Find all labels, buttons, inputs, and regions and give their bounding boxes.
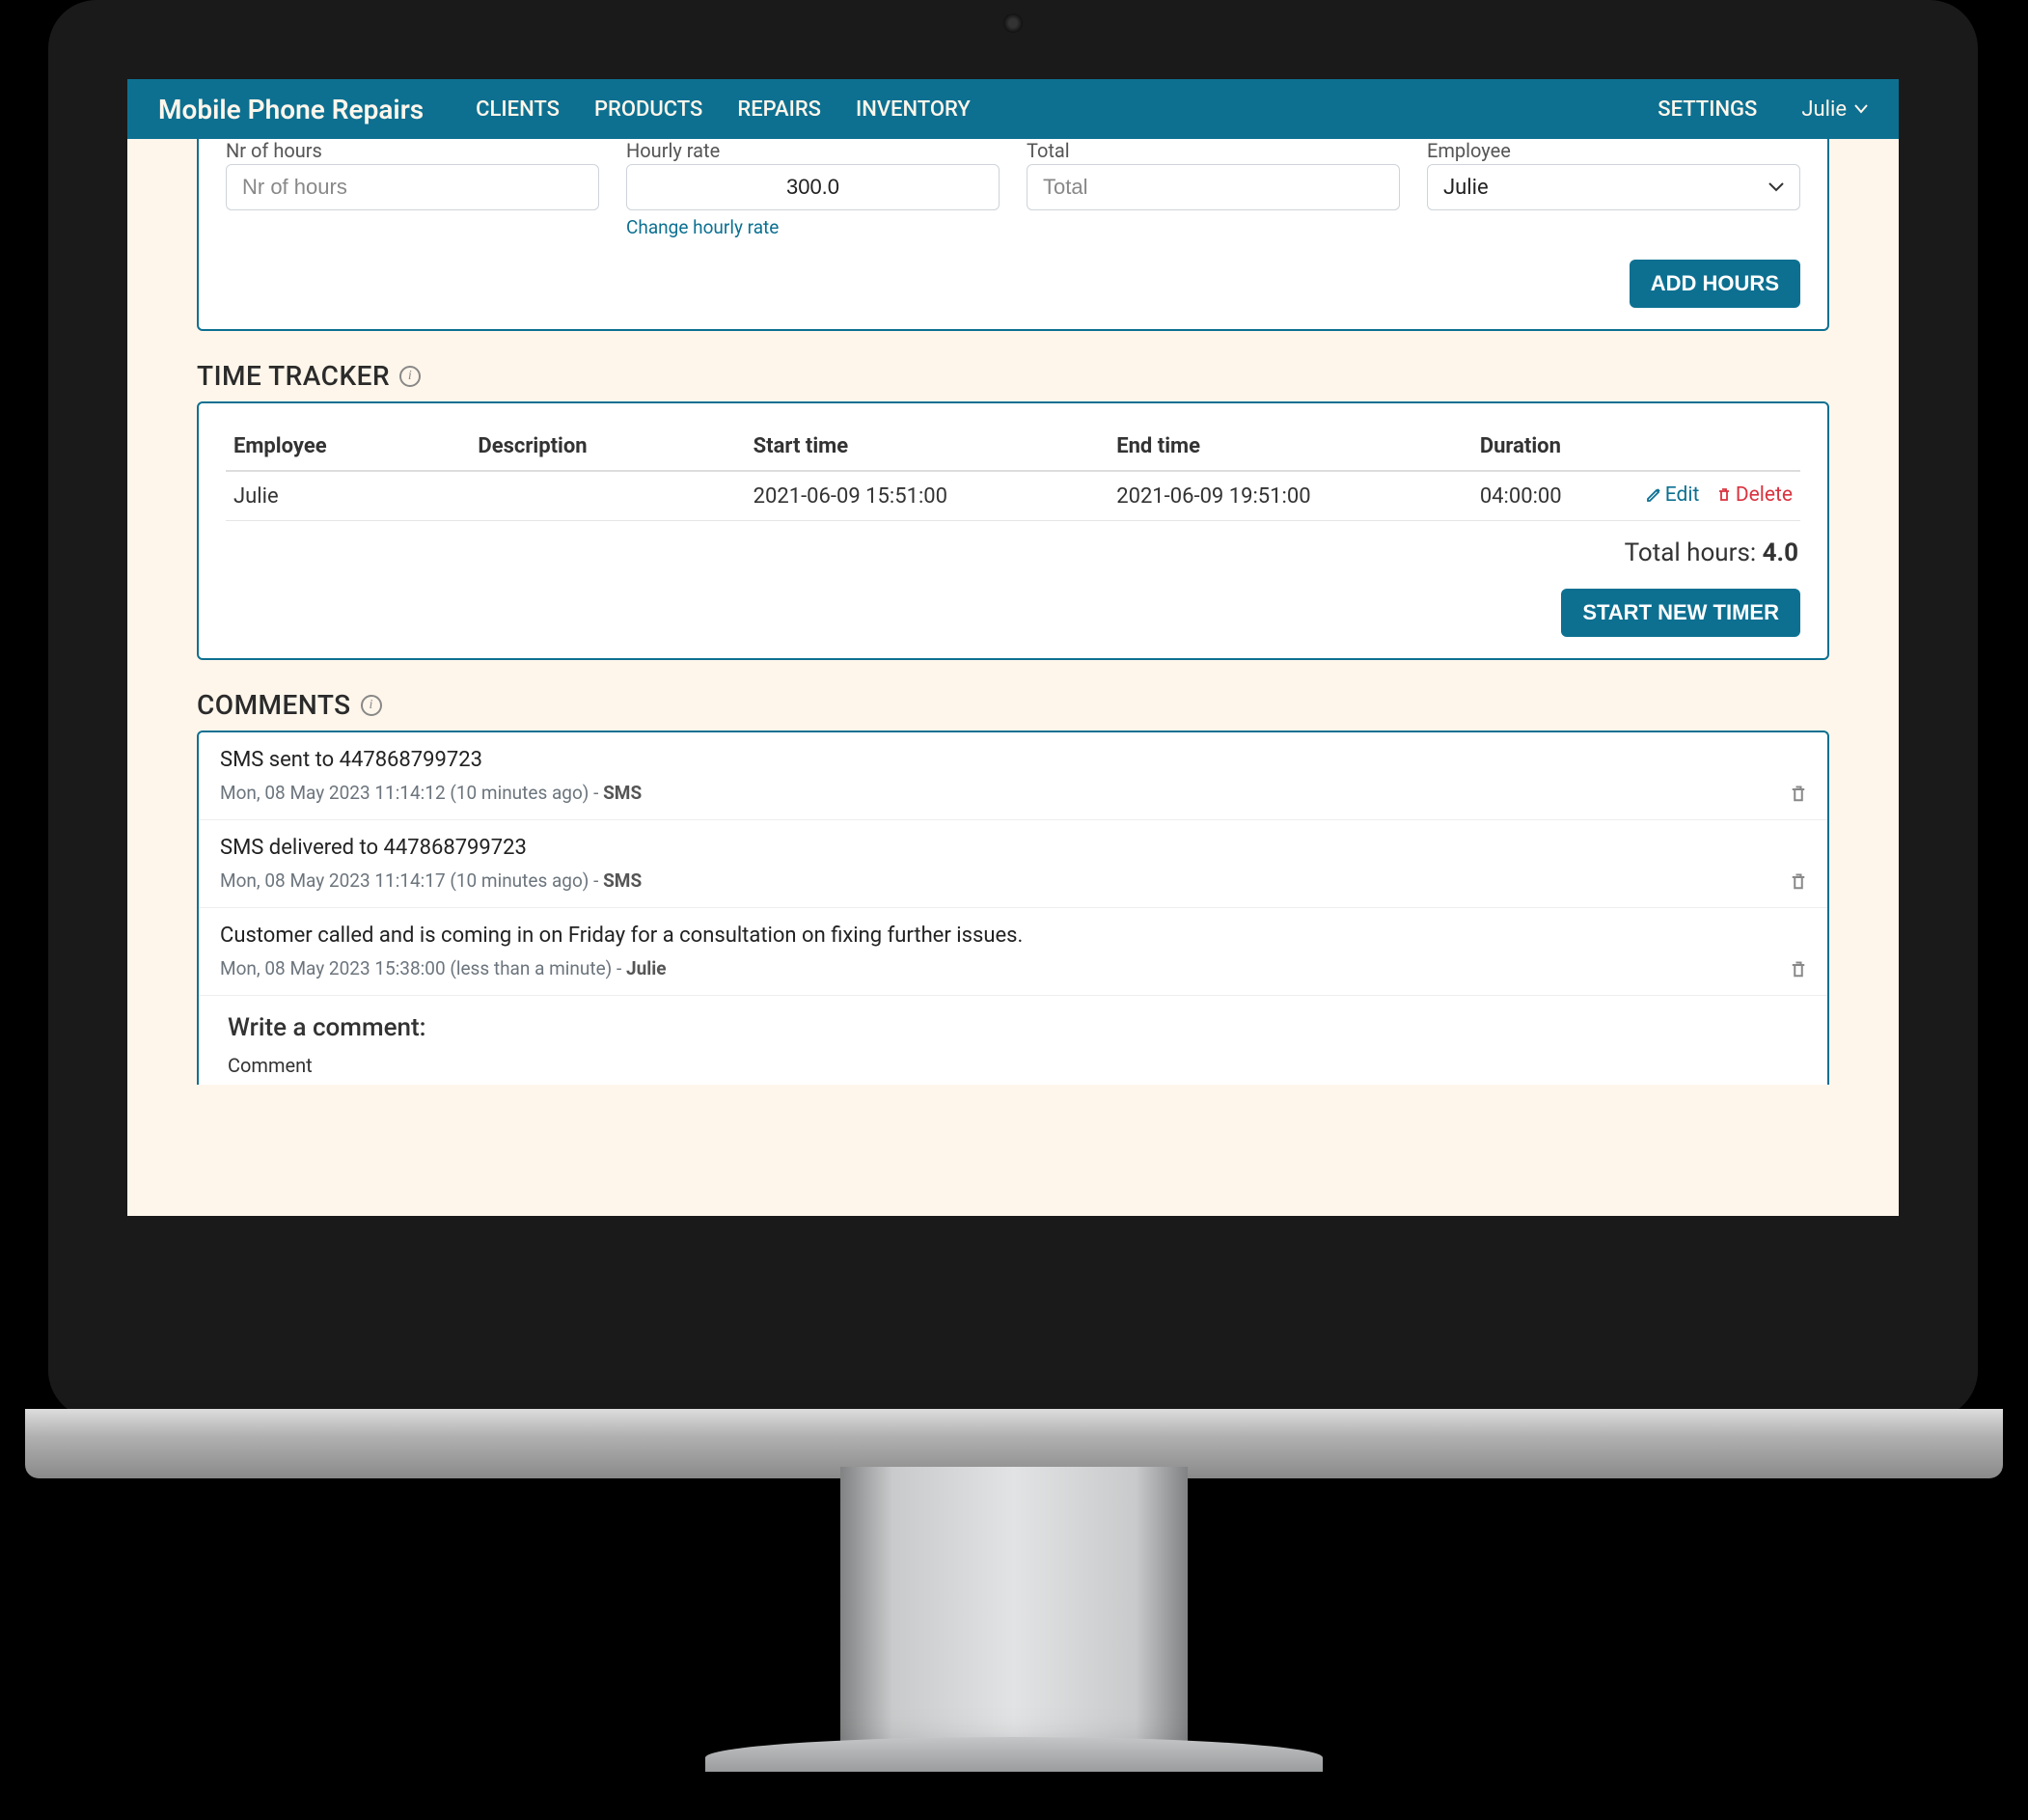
hours-form-panel: Nr of hours Hourly rate Change hourly ra…: [197, 139, 1829, 331]
write-comment-section: Write a comment: Comment: [199, 996, 1827, 1085]
comments-heading: COMMENTS i: [197, 689, 1829, 721]
comments-panel: SMS sent to 447868799723 Mon, 08 May 202…: [197, 731, 1829, 1085]
time-tracker-panel: Employee Description Start time End time…: [197, 401, 1829, 660]
comment-author: Julie: [626, 957, 667, 979]
hourly-rate-input[interactable]: [626, 164, 1000, 210]
change-hourly-rate-link[interactable]: Change hourly rate: [626, 216, 1000, 238]
pencil-icon: [1646, 487, 1661, 503]
cell-start: 2021-06-09 15:51:00: [746, 471, 1110, 521]
comment-item: Customer called and is coming in on Frid…: [199, 908, 1827, 996]
nav-inventory[interactable]: INVENTORY: [856, 97, 971, 122]
edit-label: Edit: [1665, 483, 1700, 507]
screen: Mobile Phone Repairs CLIENTS PRODUCTS RE…: [127, 79, 1899, 1216]
th-employee: Employee: [226, 423, 470, 471]
comment-body: SMS delivered to 447868799723: [220, 836, 1806, 860]
trash-icon: [1789, 785, 1808, 804]
total-hours-label: Total hours:: [1625, 538, 1757, 567]
brand: Mobile Phone Repairs: [158, 94, 424, 125]
info-icon[interactable]: i: [361, 695, 382, 716]
imac-frame: Mobile Phone Repairs CLIENTS PRODUCTS RE…: [48, 0, 1978, 1419]
user-menu[interactable]: Julie: [1801, 97, 1868, 122]
table-row: Julie 2021-06-09 15:51:00 2021-06-09 19:…: [226, 471, 1800, 521]
navbar: Mobile Phone Repairs CLIENTS PRODUCTS RE…: [127, 79, 1899, 139]
comment-meta: Mon, 08 May 2023 11:14:12 (10 minutes ag…: [220, 782, 1806, 804]
nav-products[interactable]: PRODUCTS: [594, 97, 702, 122]
camera-dot: [1003, 14, 1023, 33]
cell-employee: Julie: [226, 471, 470, 521]
comment-time: Mon, 08 May 2023 11:14:17 (10 minutes ag…: [220, 869, 589, 892]
time-tracker-table: Employee Description Start time End time…: [226, 423, 1800, 521]
nav-repairs[interactable]: REPAIRS: [737, 97, 821, 122]
caret-down-icon: [1854, 104, 1868, 114]
nr-hours-label: Nr of hours: [226, 139, 599, 162]
time-tracker-heading: TIME TRACKER i: [197, 360, 1829, 392]
delete-comment-button[interactable]: [1789, 960, 1808, 979]
comment-meta: Mon, 08 May 2023 11:14:17 (10 minutes ag…: [220, 869, 1806, 892]
comment-item: SMS delivered to 447868799723 Mon, 08 Ma…: [199, 820, 1827, 908]
app-root: Mobile Phone Repairs CLIENTS PRODUCTS RE…: [127, 79, 1899, 1216]
cell-end: 2021-06-09 19:51:00: [1109, 471, 1472, 521]
nr-hours-input[interactable]: [226, 164, 599, 210]
imac-chin: [48, 1216, 1978, 1419]
nav-clients[interactable]: CLIENTS: [476, 97, 560, 122]
th-duration: Duration: [1472, 423, 1627, 471]
write-comment-heading: Write a comment:: [228, 1013, 1798, 1042]
employee-select-value: Julie: [1443, 176, 1489, 200]
employee-select[interactable]: Julie: [1427, 164, 1800, 210]
delete-link[interactable]: Delete: [1716, 483, 1793, 507]
comment-body: Customer called and is coming in on Frid…: [220, 924, 1806, 948]
delete-comment-button[interactable]: [1789, 872, 1808, 892]
comment-field-label: Comment: [228, 1054, 1798, 1077]
comment-time: Mon, 08 May 2023 15:38:00 (less than a m…: [220, 957, 612, 979]
total-label: Total: [1027, 139, 1400, 162]
cell-duration: 04:00:00: [1472, 471, 1627, 521]
comment-time: Mon, 08 May 2023 11:14:12 (10 minutes ag…: [220, 782, 589, 804]
comment-body: SMS sent to 447868799723: [220, 748, 1806, 772]
th-description: Description: [470, 423, 745, 471]
nav-settings[interactable]: SETTINGS: [1658, 97, 1757, 122]
comments-title: COMMENTS: [197, 689, 351, 721]
delete-label: Delete: [1736, 483, 1793, 507]
trash-icon: [1789, 872, 1808, 892]
employee-label: Employee: [1427, 139, 1800, 162]
comment-author: SMS: [603, 782, 642, 804]
trash-icon: [1716, 487, 1732, 503]
th-start: Start time: [746, 423, 1110, 471]
hourly-rate-label: Hourly rate: [626, 139, 1000, 162]
total-hours-value: 4.0: [1763, 538, 1798, 567]
total-input[interactable]: [1027, 164, 1400, 210]
comment-meta: Mon, 08 May 2023 15:38:00 (less than a m…: [220, 957, 1806, 979]
total-hours-line: Total hours: 4.0: [228, 538, 1798, 567]
comment-author: SMS: [603, 869, 642, 892]
imac-neck: [840, 1467, 1188, 1756]
info-icon[interactable]: i: [399, 366, 421, 387]
delete-comment-button[interactable]: [1789, 785, 1808, 804]
cell-description: [470, 471, 745, 521]
comment-item: SMS sent to 447868799723 Mon, 08 May 202…: [199, 732, 1827, 820]
edit-link[interactable]: Edit: [1646, 483, 1700, 507]
add-hours-button[interactable]: ADD HOURS: [1630, 260, 1800, 308]
start-new-timer-button[interactable]: START NEW TIMER: [1561, 589, 1800, 637]
time-tracker-title: TIME TRACKER: [197, 360, 390, 392]
user-name: Julie: [1801, 97, 1847, 122]
th-end: End time: [1109, 423, 1472, 471]
trash-icon: [1789, 960, 1808, 979]
imac-foot: [705, 1737, 1323, 1772]
